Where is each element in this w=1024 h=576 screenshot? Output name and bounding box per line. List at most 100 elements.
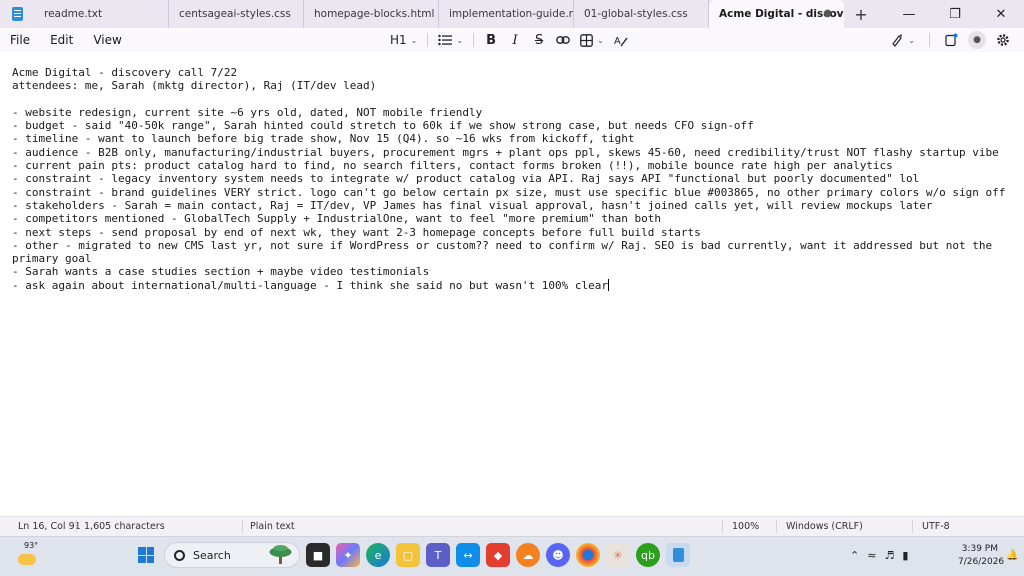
notebook-button[interactable] [940,29,962,51]
volume-icon[interactable]: ♬ [884,549,894,562]
quickbooks-icon[interactable]: qb [636,543,660,567]
menu-edit[interactable]: Edit [40,33,83,47]
search-icon [174,549,185,561]
tab-bar: readme.txt centsageai-styles.css homepag… [0,0,1024,28]
tab-centsageai-styles[interactable]: centsageai-styles.css [169,0,304,28]
start-button[interactable] [134,543,158,567]
weather-temp: 93° [24,541,39,550]
doc-line: - Sarah wants a case studies section + m… [12,265,430,279]
bold-button[interactable]: B [480,29,502,51]
anydesk-icon[interactable]: ◆ [486,543,510,567]
link-icon [556,36,570,44]
chevron-down-icon: ⌄ [908,35,915,45]
doc-line: - current pain pts: product catalog hard… [12,159,893,173]
strikethrough-icon: S [534,32,544,48]
chevron-down-icon: ⌄ [456,35,464,45]
status-divider [242,520,243,533]
table-icon [580,33,593,47]
notification-bell-icon[interactable]: 🔔 [1006,550,1018,561]
list-icon [438,34,453,46]
tab-implementation-guide[interactable]: implementation-guide.md [439,0,574,28]
cursor-position: Ln 16, Col 91 [18,521,81,532]
svg-text:A: A [614,36,621,47]
discord-icon[interactable]: ☻ [546,543,570,567]
chrome-icon[interactable] [576,543,600,567]
tab-acme-digital[interactable]: Acme Digital - discove ● [709,0,844,28]
tab-label: homepage-blocks.html [314,8,435,20]
battery-icon[interactable]: ▮ [902,549,908,562]
notepad-icon[interactable] [666,543,690,567]
teams-icon[interactable]: T [426,543,450,567]
unsaved-dot-icon[interactable]: ● [823,8,832,19]
wifi-icon[interactable]: ≈ [867,549,876,562]
heading-label: H1 [390,33,407,47]
settings-button[interactable] [992,29,1014,51]
taskbar-clock[interactable]: 3:39 PM 7/26/2026 [958,543,1004,569]
doc-line: - other - migrated to new CMS last yr, n… [12,238,993,266]
italic-button[interactable]: I [504,29,526,51]
tab-label: 01-global-styles.css [584,8,688,20]
list-dropdown[interactable]: ⌄ [434,29,467,51]
copilot-app-icon[interactable]: ✦ [336,543,360,567]
tab-label: readme.txt [44,8,103,20]
cloud-icon[interactable]: ☁ [516,543,540,567]
new-tab-button[interactable]: + [844,0,878,28]
profile-avatar[interactable]: ● [968,31,986,49]
heading-dropdown[interactable]: H1 ⌄ [386,29,421,51]
toolbar-divider [427,33,429,47]
doc-line: - competitors mentioned - GlobalTech Sup… [12,212,662,226]
copilot-dropdown[interactable]: ⌄ [886,29,919,51]
tab-label: implementation-guide.md [449,8,574,20]
taskbar-search[interactable]: Search [164,542,300,568]
search-label: Search [193,548,231,562]
tab-global-styles[interactable]: 01-global-styles.css [574,0,709,28]
system-tray: ⌃ ≈ ♬ ▮ [850,549,908,562]
search-highlight-icon [269,545,292,564]
gear-icon [997,34,1009,46]
italic-icon: I [512,32,518,48]
text-format[interactable]: Plain text [250,521,295,532]
notepad-app-icon [0,0,34,28]
tab-homepage-blocks[interactable]: homepage-blocks.html [304,0,439,28]
character-count: 1,605 characters [84,521,165,532]
status-divider [776,520,777,533]
copilot-icon [892,34,903,47]
doc-line: - audience - B2B only, manufacturing/ind… [12,145,999,159]
bold-icon: B [486,32,497,48]
table-dropdown[interactable]: ⌄ [576,29,608,51]
tab-readme[interactable]: readme.txt [34,0,169,28]
link-button[interactable] [552,29,574,51]
toolbar-right: ⌄ ● [886,28,1014,52]
minimize-button[interactable]: — [886,0,932,28]
task-view-icon[interactable]: ■ [306,543,330,567]
doc-line: Acme Digital - discovery call 7/22 [12,66,238,79]
doc-line: attendees: me, Sarah (mktg director), Ra… [12,79,377,93]
doc-line [12,93,1012,106]
windows-taskbar: 93° Search ■ ✦ e ▢ T ↔ ◆ ☁ ☻ ✳ qb ⌃ ≈ ♬ … [0,536,1024,576]
toolbar-divider [929,33,930,47]
taskbar-apps: Search ■ ✦ e ▢ T ↔ ◆ ☁ ☻ ✳ qb [134,542,690,568]
clear-formatting-button[interactable]: A [610,29,632,51]
strikethrough-button[interactable]: S [528,29,550,51]
claude-icon[interactable]: ✳ [606,543,630,567]
doc-line: - website redesign, current site ~6 yrs … [12,105,483,119]
encoding[interactable]: UTF-8 [922,521,950,532]
edge-icon[interactable]: e [366,543,390,567]
close-button[interactable]: ✕ [978,0,1024,28]
doc-line: - stakeholders - Sarah = main contact, R… [12,198,933,212]
chevron-up-icon[interactable]: ⌃ [850,549,859,562]
weather-icon [18,554,36,565]
maximize-button[interactable]: ❐ [932,0,978,28]
text-editor[interactable]: Acme Digital - discovery call 7/22 atten… [0,52,1024,516]
menu-view[interactable]: View [83,33,131,47]
line-endings[interactable]: Windows (CRLF) [786,521,863,532]
notebook-icon [945,33,958,47]
zoom-level[interactable]: 100% [732,521,759,532]
folder-icon[interactable]: ▢ [396,543,420,567]
status-divider [722,520,723,533]
status-divider [912,520,913,533]
menu-file[interactable]: File [0,33,40,47]
weather-widget[interactable]: 93° [14,541,42,571]
teamviewer-icon[interactable]: ↔ [456,543,480,567]
format-toolbar: H1 ⌄ ⌄ B I S ⌄ A [386,28,632,52]
